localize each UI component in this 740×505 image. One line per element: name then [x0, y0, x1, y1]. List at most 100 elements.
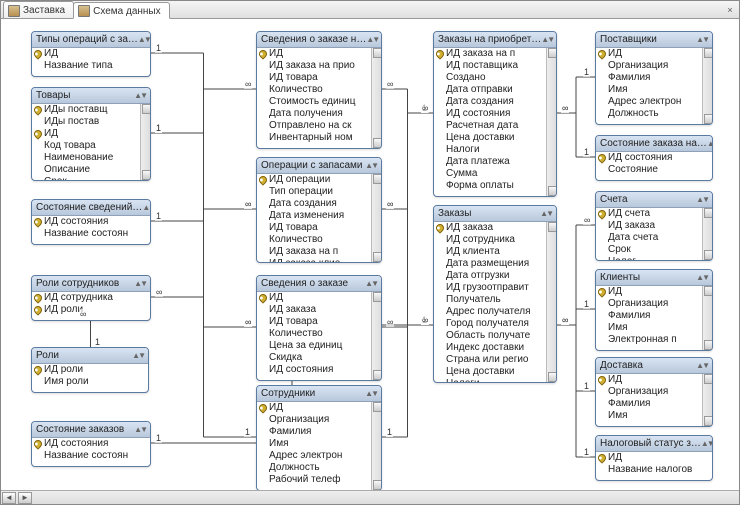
field[interactable]: ИД состояния — [32, 438, 140, 450]
field[interactable]: Состояние — [596, 164, 702, 176]
field[interactable]: ИДы поставщ — [32, 104, 140, 116]
field[interactable]: Фамилия — [257, 426, 371, 438]
field[interactable]: Количество — [257, 234, 371, 246]
field[interactable]: ИД клиента — [434, 246, 546, 258]
vertical-scrollbar[interactable] — [546, 222, 556, 382]
field-list[interactable]: ИДНазвание типа — [32, 48, 150, 76]
field[interactable]: Название налогов — [596, 464, 702, 476]
field[interactable]: ИД — [257, 402, 371, 414]
collapse-icon[interactable]: ▲▼ — [134, 425, 146, 434]
field[interactable]: ИД сотрудника — [434, 234, 546, 246]
field[interactable]: ИД грузоотправит — [434, 282, 546, 294]
horizontal-scrollbar[interactable]: ◄ ► — [1, 490, 739, 504]
field[interactable]: Получатель — [434, 294, 546, 306]
field[interactable]: Дата отгрузки — [434, 270, 546, 282]
field[interactable]: ИД — [596, 374, 702, 386]
field[interactable]: ИД — [596, 286, 702, 298]
field-list[interactable]: ИДОрганизацияФамилияИмяАдрес электронДол… — [257, 402, 381, 490]
collapse-icon[interactable]: ▲▼ — [365, 161, 377, 170]
collapse-icon[interactable]: ▲▼ — [142, 203, 150, 212]
field[interactable]: Налоги — [434, 144, 546, 156]
field[interactable]: Налог — [596, 256, 702, 260]
field[interactable]: Сумма — [434, 168, 546, 180]
table-types_op[interactable]: Типы операций с за…▲▼ИДНазвание типа — [31, 31, 151, 77]
field[interactable]: Дата получения — [257, 108, 371, 120]
vertical-scrollbar[interactable] — [371, 402, 381, 490]
collapse-icon[interactable]: ▲▼ — [701, 439, 712, 448]
table-invoices[interactable]: Счета▲▼ИД счетаИД заказаДата счетаСрокНа… — [595, 191, 713, 261]
field[interactable]: Дата размещения — [434, 258, 546, 270]
table-state_info[interactable]: Состояние сведений…▲▼ИД состоянияНазвани… — [31, 199, 151, 245]
field[interactable]: Стоимость единиц — [257, 96, 371, 108]
field[interactable]: ИД состояния — [32, 216, 140, 228]
collapse-icon[interactable]: ▲▼ — [696, 273, 708, 282]
field-list[interactable]: ИД счетаИД заказаДата счетаСрокНалог — [596, 208, 712, 260]
field[interactable]: Цена доставки — [434, 132, 546, 144]
field[interactable]: Создано — [434, 72, 546, 84]
table-goods[interactable]: Товары▲▼ИДы поставщИДы поставИДКод товар… — [31, 87, 151, 181]
field-list[interactable]: ИД заказа на пИД поставщикаСозданоДата о… — [434, 48, 556, 196]
field[interactable]: Цена за единиц — [257, 340, 371, 352]
table-title[interactable]: Сведения о заказе н…▲▼ — [257, 32, 381, 48]
table-title[interactable]: Роли▲▼ — [32, 348, 148, 364]
table-purchase_orders[interactable]: Заказы на приобрет…▲▼ИД заказа на пИД по… — [433, 31, 557, 197]
field[interactable]: Организация — [596, 60, 702, 72]
field[interactable]: Страна или регио — [434, 354, 546, 366]
close-icon[interactable]: × — [723, 3, 737, 17]
table-orders[interactable]: Заказы▲▼ИД заказаИД сотрудникаИД клиента… — [433, 205, 557, 383]
collapse-icon[interactable]: ▲▼ — [138, 35, 150, 44]
collapse-icon[interactable]: ▲▼ — [365, 279, 377, 288]
collapse-icon[interactable]: ▲▼ — [696, 195, 708, 204]
field[interactable]: Имя — [596, 84, 702, 96]
collapse-icon[interactable]: ▲▼ — [132, 351, 144, 360]
field[interactable]: Организация — [596, 386, 702, 398]
collapse-icon[interactable]: ▲▼ — [696, 35, 708, 44]
field[interactable]: Фамилия — [596, 310, 702, 322]
table-suppliers[interactable]: Поставщики▲▼ИДОрганизацияФамилияИмяАдрес… — [595, 31, 713, 125]
table-state_orders[interactable]: Состояние заказов▲▼ИД состоянияНазвание … — [31, 421, 151, 467]
field[interactable]: ИД заказа на п — [257, 246, 371, 258]
collapse-icon[interactable]: ▲▼ — [134, 91, 146, 100]
table-title[interactable]: Счета▲▼ — [596, 192, 712, 208]
field[interactable]: Имя — [257, 438, 371, 450]
field[interactable]: Дата создания — [257, 198, 371, 210]
vertical-scrollbar[interactable] — [702, 286, 712, 350]
field[interactable]: Описание — [32, 164, 140, 176]
table-title[interactable]: Клиенты▲▼ — [596, 270, 712, 286]
field[interactable]: ИДы постав — [32, 116, 140, 128]
field[interactable]: Электронная п — [596, 334, 702, 346]
field[interactable]: Наименование — [32, 152, 140, 164]
field-list[interactable]: ИДОрганизацияФамилияИмя — [596, 374, 712, 426]
field[interactable]: Срок — [32, 176, 140, 180]
field[interactable]: Имя — [596, 322, 702, 334]
table-tax_status[interactable]: Налоговый статус з…▲▼ИДНазвание налогов — [595, 435, 713, 481]
field[interactable]: ИД — [596, 452, 702, 464]
field[interactable]: ИД роли — [32, 304, 140, 316]
collapse-icon[interactable]: ▲▼ — [540, 209, 552, 218]
field[interactable]: Скидка — [257, 352, 371, 364]
table-title[interactable]: Состояние заказа на…▲▼ — [596, 136, 712, 152]
field[interactable]: Форма оплаты — [434, 180, 546, 192]
collapse-icon[interactable]: ▲▼ — [365, 389, 377, 398]
field[interactable]: Срок — [596, 244, 702, 256]
field[interactable]: ИД заказа на прио — [257, 60, 371, 72]
field[interactable]: ИД заказа на п — [434, 48, 546, 60]
field[interactable]: Город получателя — [434, 318, 546, 330]
table-title[interactable]: Товары▲▼ — [32, 88, 150, 104]
vertical-scrollbar[interactable] — [140, 104, 150, 180]
field[interactable]: ИД роли — [32, 364, 138, 376]
field[interactable]: ИД состояния — [257, 364, 371, 376]
scroll-right-icon[interactable]: ► — [18, 492, 32, 504]
field[interactable]: ИД сотрудника — [32, 292, 140, 304]
collapse-icon[interactable]: ▲▼ — [707, 139, 712, 148]
field[interactable]: Адрес электрон — [596, 96, 702, 108]
table-employees[interactable]: Сотрудники▲▼ИДОрганизацияФамилияИмяАдрес… — [256, 385, 382, 490]
field-list[interactable]: ИДОрганизацияФамилияИмяАдрес электронДол… — [596, 48, 712, 124]
field[interactable]: Должность — [257, 462, 371, 474]
table-title[interactable]: Роли сотрудников▲▼ — [32, 276, 150, 292]
field[interactable]: Имя — [596, 410, 702, 422]
field[interactable]: ИД поставщика — [434, 60, 546, 72]
field[interactable]: Имя роли — [32, 376, 138, 388]
table-roles_emp[interactable]: Роли сотрудников▲▼ИД сотрудникаИД роли — [31, 275, 151, 321]
field-list[interactable]: ИДОрганизацияФамилияИмяЭлектронная п — [596, 286, 712, 350]
